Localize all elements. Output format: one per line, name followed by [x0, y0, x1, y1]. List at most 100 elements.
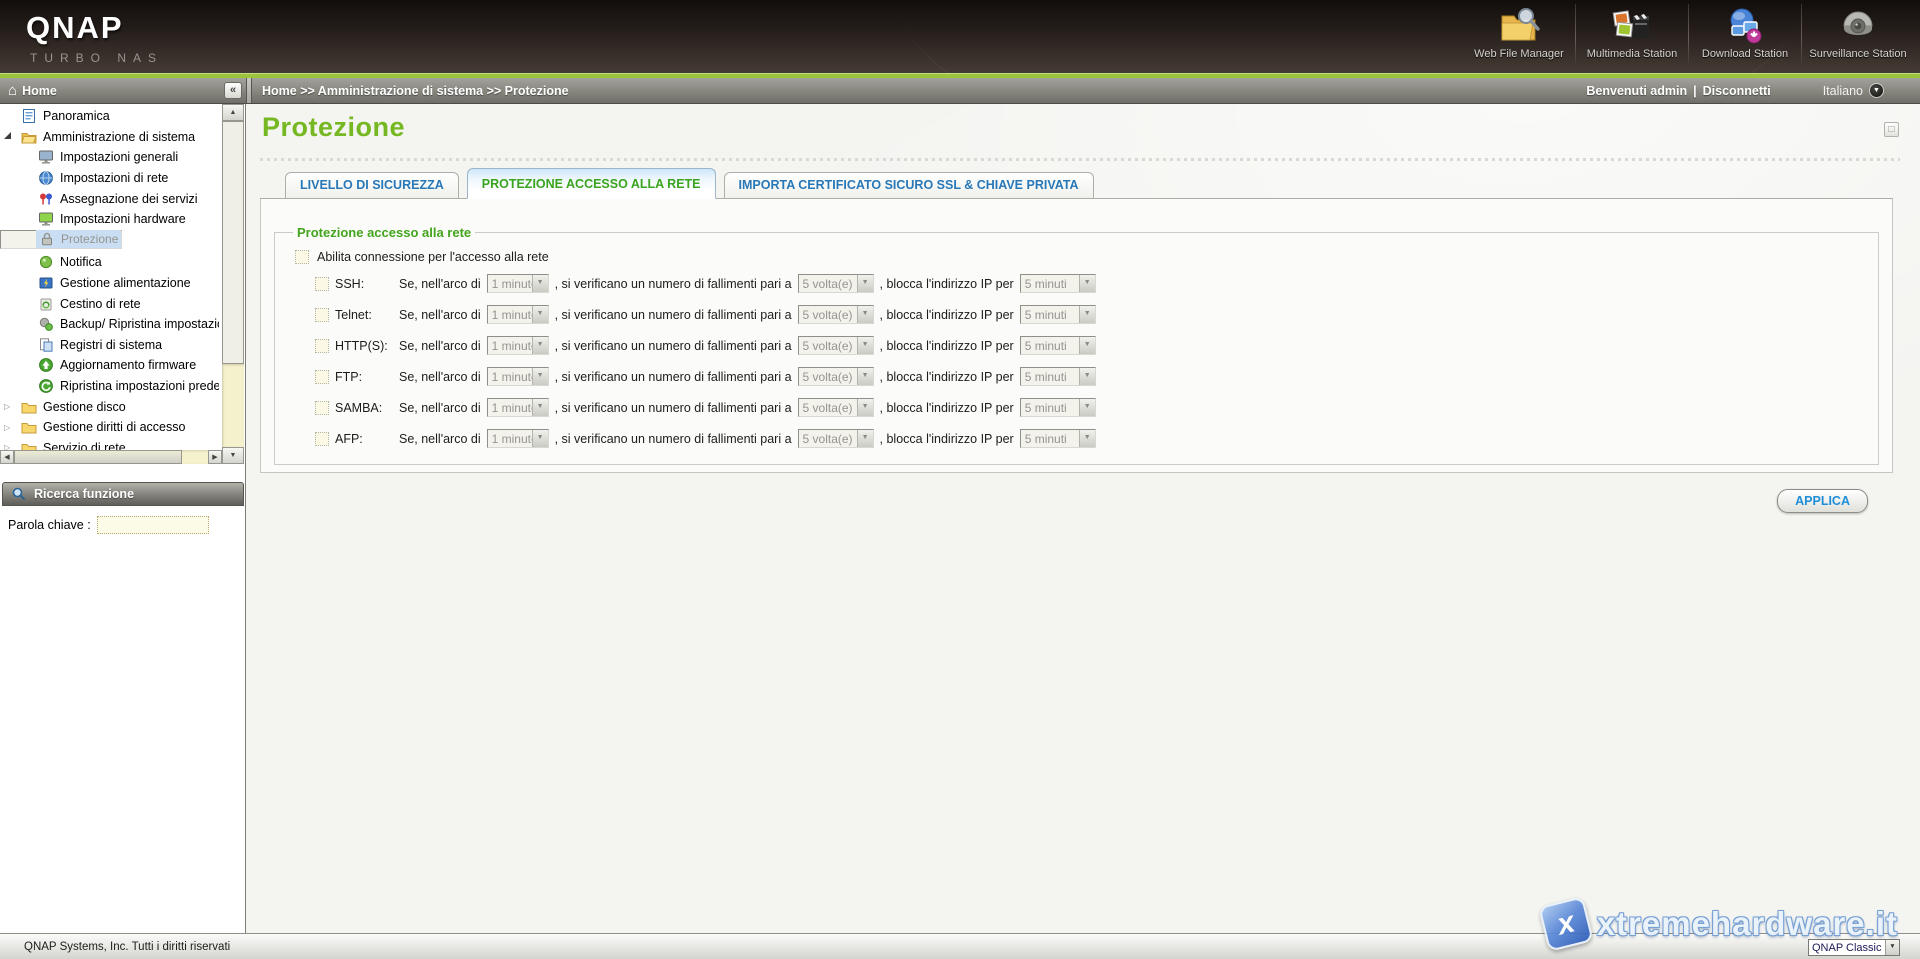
failures-select[interactable]: 5 volta(e) — [797, 305, 874, 324]
sidebar-item-assegnazione-dei-servizi[interactable]: Assegnazione dei servizi — [0, 188, 222, 209]
afp-checkbox[interactable] — [315, 431, 329, 446]
sidebar-item-gestione-diritti-di-accesso[interactable]: Gestione diritti di accesso — [0, 417, 222, 438]
block-duration-select[interactable]: 5 minuti — [1019, 367, 1096, 386]
sidebar-item-registri-di-sistema[interactable]: Registri di sistema — [0, 334, 222, 355]
interval-select[interactable]: 1 minuto — [486, 274, 549, 293]
scrollbar-thumb[interactable] — [14, 450, 182, 464]
logout-link[interactable]: Disconnetti — [1703, 84, 1771, 98]
failures-select[interactable]: 5 volta(e) — [797, 429, 874, 448]
ftp-checkbox[interactable] — [315, 369, 329, 384]
row-text-3: , blocca l'indirizzo IP per — [879, 338, 1014, 353]
block-duration-select[interactable]: 5 minuti — [1019, 398, 1096, 417]
sidebar-item-gestione-disco[interactable]: Gestione disco — [0, 396, 222, 417]
tab-content-panel: Protezione accesso alla rete Abilita con… — [260, 199, 1893, 473]
scroll-right-button[interactable] — [208, 450, 222, 464]
chevron-down-icon — [531, 368, 548, 385]
chevron-down-icon — [1078, 306, 1095, 323]
lock-icon — [39, 231, 55, 247]
help-icon[interactable] — [1884, 122, 1899, 137]
sidebar-item-cestino-di-rete[interactable]: Cestino di rete — [0, 293, 222, 314]
theme-select[interactable]: QNAP Classic — [1808, 939, 1900, 956]
service-label: FTP: — [335, 369, 363, 384]
topbar: QNAP TURBO NAS Web File Manager Multimed… — [0, 0, 1920, 73]
copyright-text: QNAP Systems, Inc. Tutti i diritti riser… — [24, 940, 231, 953]
scroll-up-button[interactable] — [222, 104, 244, 121]
station-divider — [1801, 4, 1802, 69]
chevron-down-icon — [856, 399, 873, 416]
sidebar-item-panoramica[interactable]: Panoramica — [0, 106, 222, 127]
network-access-protection-fieldset: Protezione accesso alla rete Abilita con… — [274, 225, 1879, 465]
language-selector[interactable]: Italiano — [1823, 83, 1884, 98]
failures-select[interactable]: 5 volta(e) — [797, 367, 874, 386]
chevron-down-icon — [1885, 940, 1899, 955]
collapse-sidebar-button[interactable] — [224, 82, 242, 99]
failures-select[interactable]: 5 volta(e) — [797, 336, 874, 355]
interval-select[interactable]: 1 minuto — [486, 429, 549, 448]
title-separator — [260, 158, 1900, 161]
row-text-3: , blocca l'indirizzo IP per — [879, 276, 1014, 291]
multimedia-station-icon — [1612, 10, 1649, 38]
service-label: HTTP(S): — [335, 338, 388, 353]
interval-select[interactable]: 1 minuto — [486, 367, 549, 386]
interval-select[interactable]: 1 minuto — [486, 305, 549, 324]
sidebar-item-backup-ripristina-impostazioni[interactable]: Backup/ Ripristina impostazioni — [0, 314, 222, 335]
sidebar-item-ripristina-impostazioni-predefinite[interactable]: Ripristina impostazioni predefinite — [0, 376, 222, 397]
sidebar-horizontal-scrollbar[interactable] — [0, 450, 222, 464]
tab-importa-certificato-ssl[interactable]: IMPORTA CERTIFICATO SICURO SSL & CHIAVE … — [723, 172, 1094, 198]
sidebar-item-impostazioni-generali[interactable]: Impostazioni generali — [0, 147, 222, 168]
sidebar-vertical-scrollbar[interactable] — [222, 104, 244, 464]
block-duration-select[interactable]: 5 minuti — [1019, 305, 1096, 324]
scroll-left-button[interactable] — [0, 450, 14, 464]
home-icon: ⌂ — [8, 82, 18, 99]
keyword-input[interactable] — [96, 516, 209, 534]
sidebar-item-servizio-di-rete[interactable]: Servizio di rete — [0, 437, 222, 450]
sidebar-item-impostazioni-hardware[interactable]: Impostazioni hardware — [0, 209, 222, 230]
chevron-down-icon — [1078, 275, 1095, 292]
tree-expander-icon[interactable] — [4, 402, 18, 411]
sidebar-item-gestione-alimentazione[interactable]: Gestione alimentazione — [0, 273, 222, 294]
row-text-3: , blocca l'indirizzo IP per — [879, 307, 1014, 322]
station-multimedia[interactable]: Multimedia Station — [1578, 0, 1686, 73]
tab-protezione-accesso-alla-rete[interactable]: PROTEZIONE ACCESSO ALLA RETE — [466, 168, 716, 199]
ssh-checkbox[interactable] — [315, 276, 329, 291]
scrollbar-thumb[interactable] — [222, 121, 244, 364]
station-divider — [1575, 4, 1576, 69]
block-duration-select[interactable]: 5 minuti — [1019, 429, 1096, 448]
station-label: Multimedia Station — [1586, 48, 1678, 60]
interval-select[interactable]: 1 minuto — [486, 398, 549, 417]
failures-select[interactable]: 5 volta(e) — [797, 274, 874, 293]
block-duration-select[interactable]: 5 minuti — [1019, 274, 1096, 293]
folder-icon — [21, 419, 37, 435]
sidebar-item-aggiornamento-firmware[interactable]: Aggiornamento firmware — [0, 355, 222, 376]
sidebar-item-protezione[interactable]: Protezione — [0, 229, 123, 249]
block-duration-select[interactable]: 5 minuti — [1019, 336, 1096, 355]
samba-checkbox[interactable] — [315, 400, 329, 415]
service-label: SAMBA: — [335, 400, 383, 415]
tree-expander-icon[interactable] — [4, 443, 18, 450]
enable-protection-checkbox[interactable] — [295, 250, 309, 264]
tab-livello-di-sicurezza[interactable]: LIVELLO DI SICUREZZA — [285, 172, 459, 198]
station-download[interactable]: Download Station — [1691, 0, 1799, 73]
qnap-logo-text: QNAP — [26, 10, 124, 45]
row-text-3: , blocca l'indirizzo IP per — [879, 400, 1014, 415]
scrollbar-track[interactable] — [222, 364, 244, 447]
interval-select[interactable]: 1 minuto — [486, 336, 549, 355]
sidebar-item-impostazioni-di-rete[interactable]: Impostazioni di rete — [0, 168, 222, 189]
https-checkbox[interactable] — [315, 338, 329, 353]
station-web-file-manager[interactable]: Web File Manager — [1465, 0, 1573, 73]
search-panel-header[interactable]: Ricerca funzione — [2, 482, 244, 506]
row-text-1: Se, nell'arco di — [399, 276, 481, 291]
firmware-update-icon — [38, 357, 54, 373]
sidebar-item-notifica[interactable]: Notifica — [0, 252, 222, 273]
telnet-checkbox[interactable] — [315, 307, 329, 322]
station-surveillance[interactable]: Surveillance Station — [1804, 0, 1912, 73]
apply-button[interactable]: APPLICA — [1777, 489, 1868, 513]
chevron-down-icon — [531, 399, 548, 416]
sidebar-item-amministrazione-di-sistema[interactable]: Amministrazione di sistema — [0, 127, 222, 148]
keyword-row: Parola chiave : — [0, 516, 246, 534]
tree-expander-icon[interactable] — [4, 132, 18, 141]
row-text-1: Se, nell'arco di — [399, 431, 481, 446]
tree-expander-icon[interactable] — [4, 423, 18, 432]
failures-select[interactable]: 5 volta(e) — [797, 398, 874, 417]
scroll-down-button[interactable] — [222, 447, 244, 464]
